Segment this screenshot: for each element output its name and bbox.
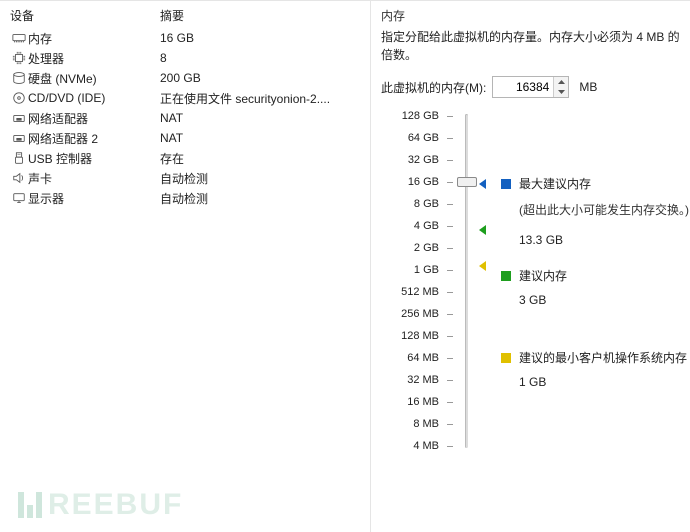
memory-slider-area: 128 GB 64 GB 32 GB 16 GB 8 GB 4 GB 2 GB 1 GB 512… (381, 112, 680, 472)
sound-icon (10, 171, 28, 185)
marker-arrow-yellow (479, 261, 486, 271)
device-summary: 自动检测 (160, 190, 364, 207)
device-row[interactable]: 网络适配器 2NAT (0, 128, 370, 148)
device-list-panel: 设备 摘要 内存16 GB处理器8硬盘 (NVMe)200 GBCD/DVD (… (0, 0, 370, 532)
rec-title: 建议内存 (519, 268, 567, 284)
min-value: 1 GB (519, 374, 546, 390)
memory-field-row: 此虚拟机的内存(M): MB (381, 76, 680, 98)
device-name: 网络适配器 (28, 110, 160, 127)
tick-label: 16 MB (407, 396, 439, 408)
tick-label: 256 MB (401, 308, 439, 320)
device-row[interactable]: USB 控制器存在 (0, 148, 370, 168)
memory-icon (10, 31, 28, 45)
device-list-header: 设备 摘要 (0, 5, 370, 28)
column-header-summary: 摘要 (160, 7, 364, 24)
usb-icon (10, 151, 28, 165)
slider-ticks: 128 GB 64 GB 32 GB 16 GB 8 GB 4 GB 2 GB 1 GB 512… (381, 112, 453, 472)
device-name: 处理器 (28, 50, 160, 67)
tick-label: 32 MB (407, 374, 439, 386)
memory-field-label: 此虚拟机的内存(M): (381, 79, 486, 96)
spin-up-button[interactable] (554, 77, 568, 87)
nic-icon (10, 111, 28, 125)
device-summary: NAT (160, 111, 364, 125)
tick-label: 8 GB (414, 198, 439, 210)
tick-label: 16 GB (408, 176, 439, 188)
disk-icon (10, 71, 28, 85)
rec-value: 3 GB (519, 292, 546, 308)
memory-settings-panel: 内存 指定分配给此虚拟机的内存量。内存大小必须为 4 MB 的倍数。 此虚拟机的… (370, 0, 690, 532)
max-rec-value: 13.3 GB (519, 232, 563, 248)
tick-label: 128 MB (401, 330, 439, 342)
device-name: 网络适配器 2 (28, 130, 160, 147)
device-summary: 自动检测 (160, 170, 364, 187)
column-header-device: 设备 (10, 7, 160, 24)
cd-icon (10, 91, 28, 105)
slider-thumb[interactable] (457, 177, 477, 187)
slider-track-col (453, 112, 479, 472)
memory-unit: MB (579, 80, 597, 94)
device-summary: NAT (160, 131, 364, 145)
max-rec-title: 最大建议内存 (519, 176, 591, 192)
legend-square-yellow (501, 353, 511, 363)
device-summary: 存在 (160, 150, 364, 167)
device-summary: 16 GB (160, 31, 364, 45)
tick-label: 4 GB (414, 220, 439, 232)
legend-square-green (501, 271, 511, 281)
min-title: 建议的最小客户机操作系统内存 (519, 350, 687, 366)
marker-arrow-blue (479, 179, 486, 189)
cpu-icon (10, 51, 28, 65)
device-row[interactable]: 处理器8 (0, 48, 370, 68)
spin-down-button[interactable] (554, 87, 568, 97)
tick-label: 32 GB (408, 154, 439, 166)
device-row[interactable]: CD/DVD (IDE)正在使用文件 securityonion-2.... (0, 88, 370, 108)
tick-label: 4 MB (413, 440, 439, 452)
panel-title: 内存 (381, 7, 680, 24)
device-name: USB 控制器 (28, 150, 160, 167)
device-summary: 200 GB (160, 71, 364, 85)
max-rec-note: (超出此大小可能发生内存交换。) (519, 202, 689, 218)
slider-track[interactable] (465, 114, 468, 448)
panel-description: 指定分配给此虚拟机的内存量。内存大小必须为 4 MB 的倍数。 (381, 28, 680, 64)
tick-label: 2 GB (414, 242, 439, 254)
slider-annotations: 最大建议内存(超出此大小可能发生内存交换。)13.3 GB建议内存3 GB建议的… (479, 112, 680, 472)
nic-icon (10, 131, 28, 145)
device-name: 显示器 (28, 190, 160, 207)
tick-label: 128 GB (402, 110, 439, 122)
legend-square-blue (501, 179, 511, 189)
tick-label: 64 MB (407, 352, 439, 364)
watermark: REEBUF (18, 488, 183, 522)
device-summary: 正在使用文件 securityonion-2.... (160, 90, 364, 107)
device-row[interactable]: 网络适配器NAT (0, 108, 370, 128)
memory-spinbox[interactable] (492, 76, 569, 98)
device-row[interactable]: 显示器自动检测 (0, 188, 370, 208)
device-name: CD/DVD (IDE) (28, 91, 160, 105)
device-summary: 8 (160, 51, 364, 65)
device-row[interactable]: 声卡自动检测 (0, 168, 370, 188)
tick-label: 8 MB (413, 418, 439, 430)
device-name: 内存 (28, 30, 160, 47)
tick-label: 64 GB (408, 132, 439, 144)
tick-label: 1 GB (414, 264, 439, 276)
device-name: 硬盘 (NVMe) (28, 70, 160, 87)
memory-input[interactable] (493, 80, 553, 94)
device-row[interactable]: 硬盘 (NVMe)200 GB (0, 68, 370, 88)
tick-label: 512 MB (401, 286, 439, 298)
display-icon (10, 191, 28, 205)
device-name: 声卡 (28, 170, 160, 187)
vm-settings-window: 设备 摘要 内存16 GB处理器8硬盘 (NVMe)200 GBCD/DVD (… (0, 0, 690, 532)
marker-arrow-green (479, 225, 486, 235)
device-row[interactable]: 内存16 GB (0, 28, 370, 48)
